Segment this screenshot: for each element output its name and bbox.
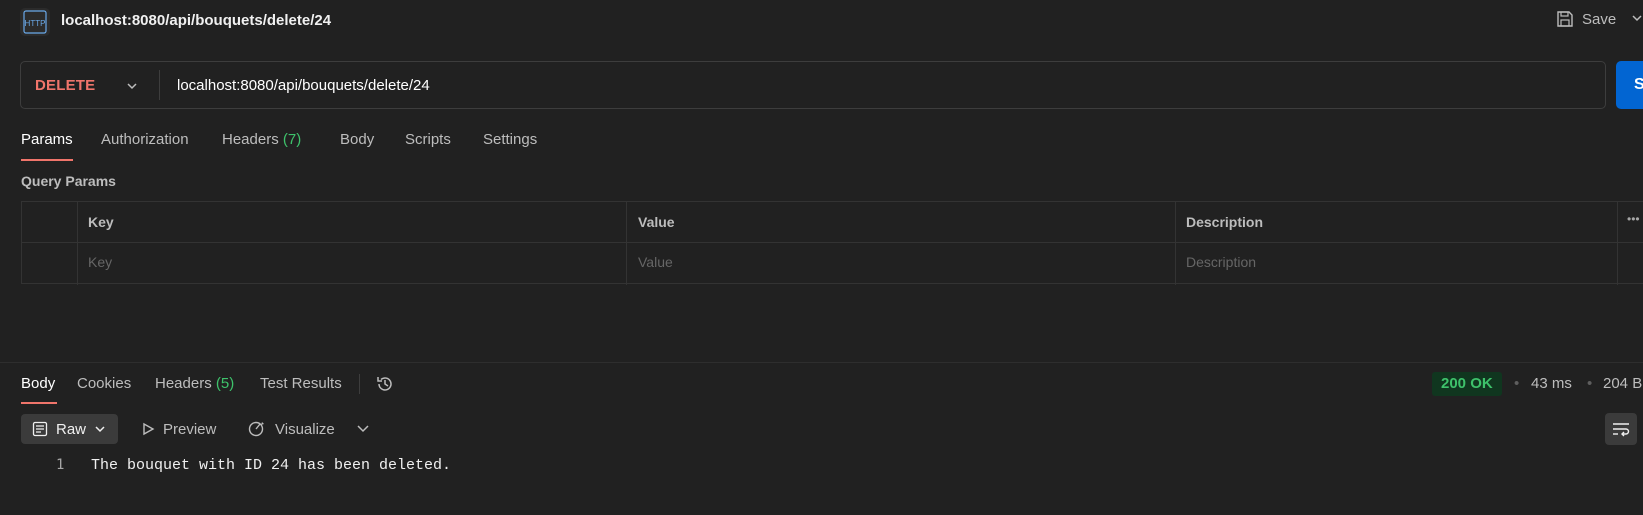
divider: [1175, 202, 1176, 285]
preview-label: Preview: [163, 420, 217, 438]
status-badge[interactable]: 200 OK: [1432, 372, 1502, 396]
response-headers-count: (5): [215, 375, 235, 392]
response-divider[interactable]: [0, 362, 1643, 363]
line-number: 1: [56, 457, 65, 473]
request-title[interactable]: localhost:8080/api/bouquets/delete/24: [61, 12, 331, 29]
divider: [359, 374, 360, 394]
chevron-down-icon[interactable]: [356, 423, 370, 435]
active-tab-indicator: [21, 402, 57, 404]
response-body-text[interactable]: The bouquet with ID 24 has been deleted.: [91, 457, 451, 474]
svg-text:HTTP: HTTP: [25, 19, 46, 28]
wrap-lines-icon: [1613, 423, 1630, 437]
visualize-button[interactable]: Visualize: [247, 414, 335, 444]
tab-scripts[interactable]: Scripts: [405, 131, 451, 148]
chevron-down-icon[interactable]: [125, 79, 139, 93]
tab-headers-label: Headers: [222, 131, 279, 148]
history-icon[interactable]: [375, 374, 395, 394]
format-label: Raw: [56, 420, 87, 438]
response-tab-body[interactable]: Body: [21, 375, 55, 392]
tab-params[interactable]: Params: [21, 131, 73, 148]
response-tab-headers[interactable]: Headers (5): [155, 375, 234, 392]
wrap-lines-button[interactable]: [1605, 413, 1637, 445]
tab-settings[interactable]: Settings: [483, 131, 537, 148]
tab-authorization[interactable]: Authorization: [101, 131, 189, 148]
preview-button[interactable]: Preview: [141, 414, 216, 444]
divider: [22, 242, 1643, 243]
save-icon: [1557, 11, 1573, 27]
save-button[interactable]: Save: [1556, 10, 1616, 28]
separator-dot: •: [1587, 375, 1593, 392]
save-label: Save: [1582, 10, 1617, 28]
send-button[interactable]: S: [1616, 61, 1643, 109]
format-dropdown[interactable]: Raw: [21, 414, 118, 444]
visualize-icon: [248, 421, 264, 437]
chevron-down-icon[interactable]: [1631, 12, 1643, 24]
url-input[interactable]: [177, 74, 1577, 96]
response-time[interactable]: 43 ms: [1531, 375, 1572, 392]
divider: [77, 202, 78, 285]
more-options-icon[interactable]: •••: [1627, 212, 1640, 226]
method-selector[interactable]: DELETE: [35, 77, 95, 94]
response-tab-cookies[interactable]: Cookies: [77, 375, 131, 392]
value-input[interactable]: Value: [638, 254, 673, 270]
query-params-title: Query Params: [21, 173, 116, 189]
tab-headers[interactable]: Headers (7): [222, 131, 301, 148]
column-header-description: Description: [1186, 214, 1264, 230]
url-bar: DELETE: [20, 61, 1606, 109]
divider: [159, 70, 160, 100]
http-request-icon: HTTP: [20, 8, 50, 36]
response-headers-label: Headers: [155, 375, 212, 392]
visualize-label: Visualize: [275, 420, 335, 438]
response-size[interactable]: 204 B: [1603, 375, 1642, 392]
column-header-value: Value: [638, 214, 675, 230]
column-header-key: Key: [88, 214, 114, 230]
active-tab-indicator: [21, 159, 73, 161]
divider: [1617, 202, 1618, 285]
play-icon: [143, 422, 155, 436]
divider: [626, 202, 627, 285]
headers-count: (7): [282, 131, 302, 148]
chevron-down-icon: [95, 426, 105, 433]
query-params-table: Key Value Description ••• Key Value Desc…: [21, 201, 1643, 285]
separator-dot: •: [1514, 375, 1520, 392]
key-input[interactable]: Key: [88, 254, 112, 270]
description-input[interactable]: Description: [1186, 254, 1256, 270]
document-icon: [32, 421, 48, 437]
response-tab-test-results[interactable]: Test Results: [260, 375, 342, 392]
tab-body[interactable]: Body: [340, 131, 374, 148]
